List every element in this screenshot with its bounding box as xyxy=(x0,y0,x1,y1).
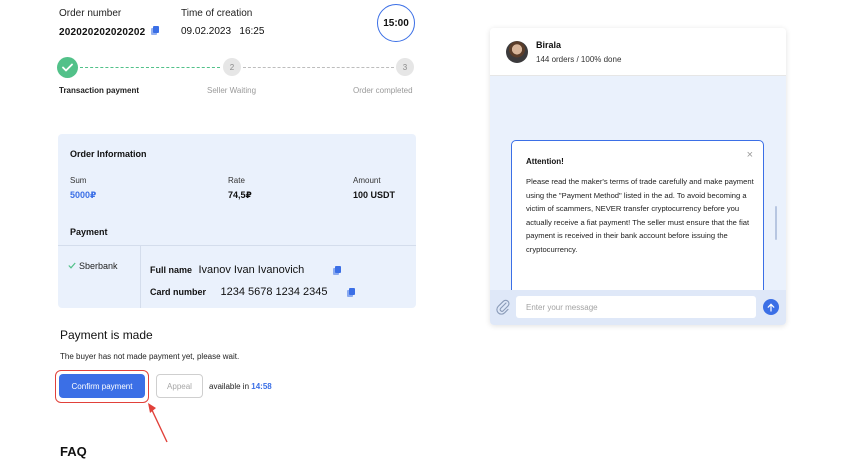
payment-title: Payment xyxy=(70,227,108,237)
rate-label: Rate xyxy=(228,176,245,185)
step-1-done-icon xyxy=(57,57,78,78)
card-number-label: Card number xyxy=(150,287,207,297)
step-2-label: Seller Waiting xyxy=(207,86,257,95)
chat-footer xyxy=(490,290,786,325)
order-number-value: 202020202020202 xyxy=(59,26,160,38)
alert-title: Attention! xyxy=(526,157,564,166)
faq-title: FAQ xyxy=(60,444,87,459)
attention-alert: Attention! × Please read the maker's ter… xyxy=(511,140,764,298)
payment-status-title: Payment is made xyxy=(60,328,153,342)
chat-body: Attention! × Please read the maker's ter… xyxy=(490,76,786,298)
step-connector-2 xyxy=(243,67,394,68)
message-input[interactable] xyxy=(516,296,756,318)
order-number-text: 202020202020202 xyxy=(59,27,146,38)
payment-divider xyxy=(58,245,416,246)
arrow-pointer-icon xyxy=(148,403,168,443)
amount-label: Amount xyxy=(353,176,381,185)
payment-column-divider xyxy=(140,246,141,308)
chat-panel: Birala 144 orders / 100% done Attention!… xyxy=(490,28,786,325)
full-name-label: Full name xyxy=(150,265,193,275)
card-number-row: Card number 1234 5678 1234 2345 xyxy=(150,282,328,300)
availability-text: available in xyxy=(209,382,250,391)
chat-header: Birala 144 orders / 100% done xyxy=(490,28,786,76)
payment-status-note: The buyer has not made payment yet, plea… xyxy=(60,352,240,361)
time-of-creation-value: 09.02.2023 16:25 xyxy=(181,26,265,37)
order-number-label: Order number xyxy=(59,8,122,19)
payment-method-sberbank[interactable]: Sberbank xyxy=(68,261,118,271)
order-information-title: Order Information xyxy=(70,149,147,159)
order-information-card: Order Information Sum 5000₽ Rate 74,5₽ A… xyxy=(58,134,416,308)
check-icon xyxy=(62,63,73,72)
copy-card-number-icon[interactable] xyxy=(347,288,356,297)
rate-value: 74,5₽ xyxy=(228,190,252,200)
arrow-up-icon xyxy=(767,302,775,312)
check-icon xyxy=(68,262,76,269)
send-button[interactable] xyxy=(763,299,779,315)
availability-time: 14:58 xyxy=(251,382,272,391)
appeal-button[interactable]: Appeal xyxy=(156,374,203,398)
appeal-availability: available in 14:58 xyxy=(209,382,272,391)
amount-value: 100 USDT xyxy=(353,190,396,200)
confirm-payment-button[interactable]: Confirm payment xyxy=(59,374,145,398)
step-3-label: Order completed xyxy=(353,86,413,95)
step-1-label: Transaction payment xyxy=(59,86,140,95)
countdown-timer: 15:00 xyxy=(377,4,415,42)
sum-value: 5000₽ xyxy=(70,190,97,200)
step-connector-1 xyxy=(80,67,220,68)
full-name-value: Ivanov Ivan Ivanovich xyxy=(198,264,305,276)
time-of-creation-label: Time of creation xyxy=(181,8,253,19)
paperclip-icon[interactable] xyxy=(496,299,510,315)
full-name-row: Full name Ivanov Ivan Ivanovich xyxy=(150,260,304,278)
step-2-marker: 2 xyxy=(223,58,241,76)
copy-icon[interactable] xyxy=(151,26,160,35)
bank-name: Sberbank xyxy=(79,261,118,271)
counterparty-name[interactable]: Birala xyxy=(536,40,561,50)
card-number-value: 1234 5678 1234 2345 xyxy=(220,286,328,298)
avatar[interactable] xyxy=(506,41,528,63)
chat-scrollbar[interactable] xyxy=(775,206,777,240)
close-icon[interactable]: × xyxy=(747,149,753,161)
counterparty-stats: 144 orders / 100% done xyxy=(536,55,622,64)
step-3-marker: 3 xyxy=(396,58,414,76)
sum-label: Sum xyxy=(70,176,87,185)
copy-full-name-icon[interactable] xyxy=(333,266,341,275)
alert-text: Please read the maker's terms of trade c… xyxy=(526,177,754,254)
